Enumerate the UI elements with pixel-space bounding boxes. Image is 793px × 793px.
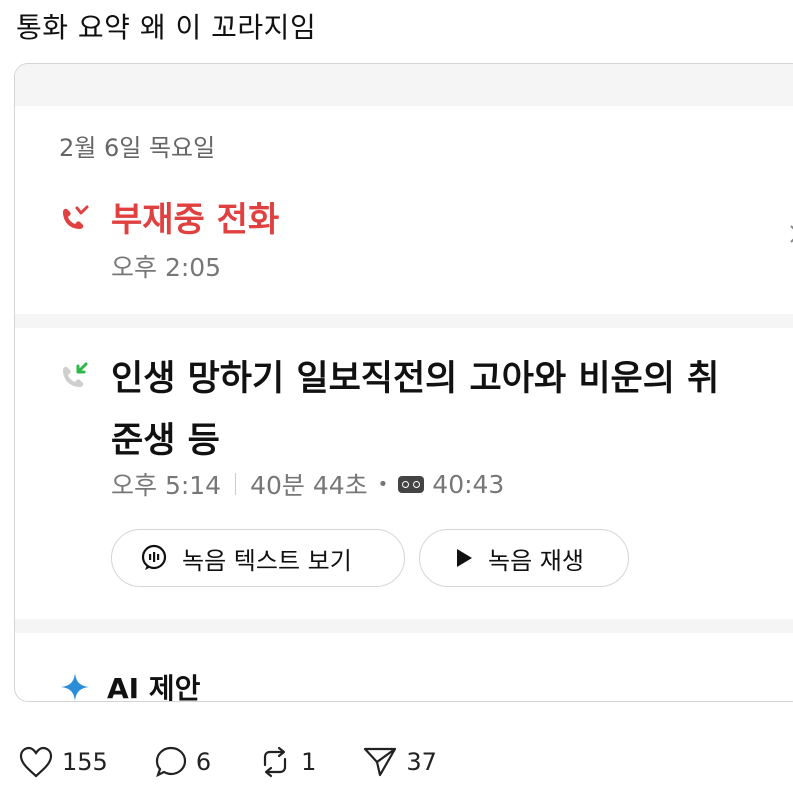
missed-call-title[interactable]: 부재중 전화 (111, 192, 279, 241)
call-date-header: 2월 6일 목요일 (59, 134, 216, 162)
like-count: 155 (62, 748, 108, 776)
incoming-call-icon (63, 362, 88, 387)
sparkle-icon (61, 673, 89, 701)
voicemail-icon (398, 475, 425, 493)
transcript-bubble-icon (140, 544, 168, 572)
send-icon (364, 747, 397, 777)
repost-button[interactable]: 1 (257, 745, 316, 779)
view-transcript-label: 녹음 텍스트 보기 (182, 546, 352, 575)
meta-dot: • (377, 473, 389, 495)
comment-count: 6 (195, 748, 212, 776)
call-time: 오후 5:14 (111, 471, 222, 500)
play-recording-label: 녹음 재생 (488, 546, 584, 575)
call-meta-row: 오후 5:14 40분 44초 • 40:43 (111, 466, 504, 502)
play-icon (454, 547, 474, 569)
call-contact-title[interactable]: 인생 망하기 일보직전의 고아와 비운의 취준생 등 (111, 348, 751, 472)
post-actions-bar: 155 6 1 37 (18, 745, 483, 779)
call-duration: 40분 44초 (250, 471, 368, 500)
repost-count: 1 (301, 748, 317, 776)
missed-call-time: 오후 2:05 (111, 253, 222, 282)
play-recording-button[interactable]: 녹음 재생 (419, 529, 629, 587)
section-divider-2 (15, 619, 793, 633)
comment-button[interactable]: 6 (154, 745, 211, 779)
post-text: 통화 요약 왜 이 꼬라지임 (16, 11, 317, 44)
ai-suggestion-label: AI 제안 (107, 672, 201, 702)
ai-suggestion-header[interactable]: AI 제안 (59, 667, 201, 702)
meta-separator (235, 473, 237, 495)
call-log-screenshot: 2월 6일 목요일 부재중 전화 오후 2:05 인생 망하기 일보직전의 고아… (14, 63, 793, 702)
comment-bubble-icon (155, 746, 186, 778)
heart-icon (19, 746, 53, 778)
share-count: 37 (406, 748, 437, 776)
share-button[interactable]: 37 (362, 745, 437, 779)
view-transcript-button[interactable]: 녹음 텍스트 보기 (111, 529, 405, 587)
like-button[interactable]: 155 (18, 745, 108, 779)
top-divider-band (15, 64, 793, 106)
recording-length: 40:43 (432, 469, 505, 499)
chevron-right-icon[interactable] (789, 222, 793, 246)
section-divider (15, 314, 793, 328)
repost-icon (263, 746, 287, 778)
missed-call-icon (63, 205, 89, 229)
